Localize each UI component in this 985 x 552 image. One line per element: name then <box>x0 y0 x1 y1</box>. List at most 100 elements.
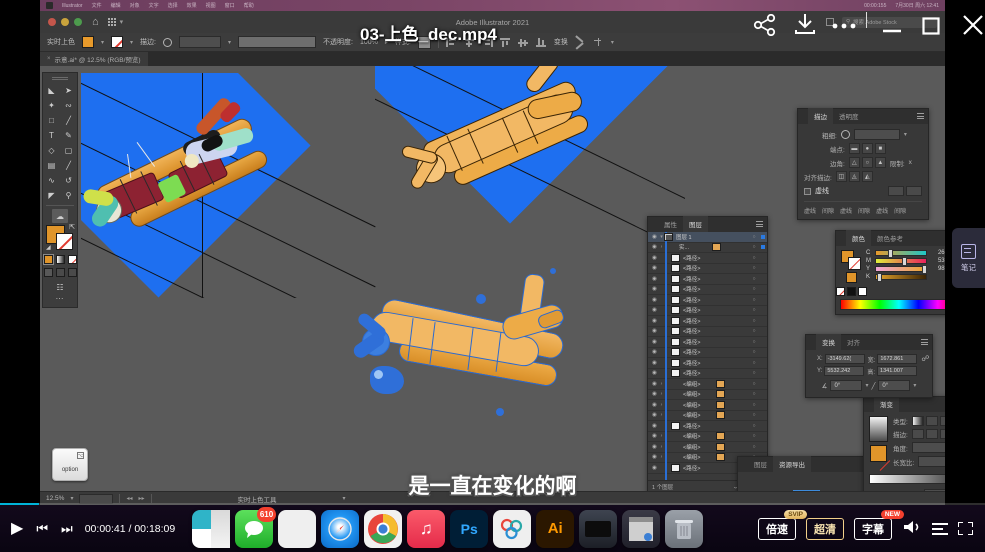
stroke-gradient-within-icon[interactable] <box>912 429 924 439</box>
expand-collapse-icon[interactable]: › <box>659 433 664 439</box>
subtitle-button[interactable]: 字幕 NEW <box>854 518 892 540</box>
stroke-gradient-across-icon[interactable] <box>940 429 945 439</box>
magic-wand-tool-icon[interactable]: ✦ <box>44 98 60 112</box>
window-traffic-lights[interactable] <box>48 18 82 26</box>
visibility-toggle-icon[interactable]: ◉ <box>650 339 659 345</box>
visibility-toggle-icon[interactable]: ◉ <box>650 402 659 408</box>
tab-layers[interactable]: 图层 <box>683 216 708 232</box>
rotate-tool-icon[interactable]: ↺ <box>61 173 77 187</box>
tab-color[interactable]: 颜色 <box>846 230 871 246</box>
layer-name[interactable]: <路径> <box>683 275 749 283</box>
gradient-panel-tabs[interactable]: 渐变 <box>864 397 945 412</box>
stroke-weight-input[interactable] <box>179 36 221 48</box>
dock-item-appletv[interactable] <box>579 510 617 548</box>
layer-name[interactable]: 图层 1 <box>676 233 749 241</box>
expand-collapse-icon[interactable]: › <box>659 444 664 450</box>
menubar-item-app[interactable]: Illustrator <box>62 3 83 9</box>
dock-item-illustrator[interactable]: Ai <box>536 510 574 548</box>
menubar-item-window[interactable]: 窗口 <box>225 2 235 9</box>
panel-menu-icon[interactable] <box>921 339 928 345</box>
tool-panel[interactable]: ◣ ➤ ✦ ∾ □ ╱ T ✎ ◇ ▢ ▤ ╱ ∿ ↺ ◤ ⚲ <box>42 72 78 308</box>
expand-collapse-icon[interactable]: › <box>659 244 664 250</box>
dock-item-launchpad[interactable] <box>278 510 316 548</box>
chevron-down-icon[interactable]: ▾ <box>913 382 916 389</box>
slider-track-m[interactable] <box>875 258 927 264</box>
draw-inside-icon[interactable] <box>68 268 77 277</box>
dock-item-music[interactable]: ♫ <box>407 510 445 548</box>
zoom-tool-icon[interactable]: ⚲ <box>61 188 77 202</box>
dock-item-messages[interactable]: 610 <box>235 510 273 548</box>
transform-panel[interactable]: × 变换 对齐 X: -3149.62( <box>805 334 933 398</box>
play-icon[interactable]: ▶ <box>11 521 23 537</box>
round-join-icon[interactable]: ○ <box>862 157 873 168</box>
artboard-1[interactable] <box>81 73 381 298</box>
slider-track-y[interactable] <box>875 266 927 272</box>
live-paint-bucket-tool-icon[interactable]: ☁ <box>52 209 68 223</box>
butt-cap-icon[interactable]: ▬ <box>849 143 860 154</box>
playlist-button[interactable] <box>932 523 948 534</box>
stroke-dropdown-icon[interactable]: ▾ <box>130 39 133 46</box>
menubar-item-effect[interactable]: 效果 <box>187 2 197 9</box>
paintbrush-tool-icon[interactable]: ✎ <box>61 128 77 142</box>
projecting-cap-icon[interactable]: ■ <box>875 143 886 154</box>
target-indicator-icon[interactable]: ○ <box>749 391 759 397</box>
visibility-toggle-icon[interactable]: ◉ <box>650 454 659 460</box>
fill-swatch[interactable] <box>82 36 94 48</box>
transform-x-value[interactable]: -3149.62( <box>825 354 865 364</box>
visibility-toggle-icon[interactable]: ◉ <box>650 244 659 250</box>
layer-name[interactable]: <路径> <box>683 254 749 262</box>
direct-selection-tool-icon[interactable]: ➤ <box>61 83 77 97</box>
miter-join-icon[interactable]: △ <box>849 157 860 168</box>
layers-panel[interactable]: × 属性 图层 ◉▾图层 1○◉›实...○◉<路径>○◉<路径>○◉<路径>○… <box>647 216 768 491</box>
arrange-documents-icon[interactable] <box>108 18 116 26</box>
maximize-window-button[interactable] <box>74 18 82 26</box>
visibility-toggle-icon[interactable]: ◉ <box>650 318 659 324</box>
share-button[interactable] <box>752 14 778 41</box>
channel-value-k[interactable]: 0 <box>930 274 945 280</box>
layer-name[interactable]: <路径> <box>683 285 749 293</box>
layers-list[interactable]: ◉▾图层 1○◉›实...○◉<路径>○◉<路径>○◉<路径>○◉<路径>○◉<… <box>648 232 767 480</box>
none-color-icon[interactable] <box>836 287 845 296</box>
color-sliders[interactable]: C 26.2 % M 53.7 % <box>866 250 945 296</box>
color-panel[interactable]: × 颜色 颜色参考 <box>835 230 945 315</box>
black-color-icon[interactable] <box>847 287 856 296</box>
lasso-tool-icon[interactable]: ∾ <box>61 98 77 112</box>
channel-value-y[interactable]: 98.3 <box>930 266 945 272</box>
layer-name[interactable]: <路径> <box>683 306 749 314</box>
chevron-down-icon[interactable]: ▾ <box>120 18 124 26</box>
visibility-toggle-icon[interactable]: ◉ <box>650 423 659 429</box>
expand-collapse-icon[interactable]: › <box>659 391 664 397</box>
menubar-item-file[interactable]: 文件 <box>92 2 102 9</box>
align-stroke-outside-icon[interactable]: ◭ <box>862 171 873 182</box>
target-indicator-icon[interactable]: ○ <box>749 318 759 324</box>
tab-properties[interactable]: 属性 <box>658 216 683 232</box>
menubar-item-type[interactable]: 文字 <box>149 2 159 9</box>
brush-definition-input[interactable] <box>238 36 316 48</box>
stroke-panel-tabs[interactable]: 描边 透明度 <box>798 109 928 124</box>
slider-row-k[interactable]: K 0 % <box>866 274 945 280</box>
panel-menu-icon[interactable] <box>917 113 924 119</box>
target-indicator-icon[interactable]: ○ <box>749 360 759 366</box>
color-panel-tabs[interactable]: 颜色 颜色参考 <box>836 231 945 246</box>
fill-dropdown-icon[interactable]: ▾ <box>101 39 104 46</box>
transform-y-value[interactable]: 5532.242 <box>824 366 864 376</box>
minimize-window-button[interactable] <box>61 18 69 26</box>
layer-name[interactable]: <路径> <box>683 264 749 272</box>
more-options-button[interactable] <box>831 17 857 35</box>
channel-value-m[interactable]: 53.7 <box>930 258 945 264</box>
fill-stroke-swatches[interactable]: ⇱ ◢ <box>46 225 74 251</box>
miter-limit-value[interactable]: x <box>909 159 912 166</box>
close-window-button[interactable] <box>48 18 56 26</box>
tab-transform[interactable]: 变换 <box>816 334 841 350</box>
transform-width-value[interactable]: 1672.861 <box>877 354 917 364</box>
slider-track-k[interactable] <box>875 274 927 280</box>
stroke-swatch[interactable] <box>56 233 73 250</box>
stroke-swatch[interactable] <box>848 257 861 270</box>
transform-y[interactable]: Y: 5532.242 <box>817 366 864 376</box>
target-indicator-icon[interactable]: ○ <box>749 297 759 303</box>
screen-mode-row[interactable] <box>44 268 77 277</box>
transform-label[interactable]: 变换 <box>554 37 568 47</box>
reference-point-selector[interactable] <box>811 354 813 368</box>
eraser-tool-icon[interactable]: ▢ <box>61 143 77 157</box>
shape-builder-icon[interactable] <box>575 38 586 47</box>
